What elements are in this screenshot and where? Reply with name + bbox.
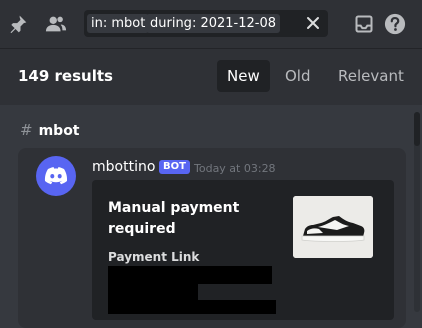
sort-tab-relevant[interactable]: Relevant [328,60,414,92]
sort-tab-old[interactable]: Old [275,60,321,92]
embed-thumbnail-image[interactable] [293,196,373,258]
results-count: 149 results [18,67,113,85]
help-icon[interactable] [383,12,407,36]
pin-icon[interactable] [6,12,30,36]
sneaker-image-icon [293,196,373,258]
redacted-field-value [108,300,276,314]
scrollbar-thumb[interactable] [414,112,420,146]
discord-logo-icon [44,167,68,185]
channel-name: mbot [38,123,80,139]
embed-field-name: Payment Link [108,250,200,264]
bot-badge: BOT [159,160,190,174]
inbox-icon[interactable] [352,12,376,36]
search-filter-in[interactable]: in: mbot [87,14,150,33]
redacted-field-value [108,284,198,300]
embed-title: Manual payment required [108,200,240,237]
channel-heading[interactable]: # mbot [20,121,80,139]
redacted-field-value [108,266,272,284]
search-input[interactable]: in: mbot during: 2021-12-08 [84,10,328,37]
top-bar: in: mbot during: 2021-12-08 [0,0,422,49]
avatar[interactable] [36,156,76,196]
search-filter-during[interactable]: during: 2021-12-08 [146,14,281,33]
channel-hash-icon: # [20,121,33,139]
members-icon[interactable] [44,12,68,36]
message-timestamp: Today at 03:28 [194,162,276,175]
search-results-header: 149 results New Old Relevant [0,49,422,105]
message-author[interactable]: mbottino [92,159,155,175]
close-icon[interactable] [304,14,322,32]
sort-tab-new[interactable]: New [217,60,270,92]
